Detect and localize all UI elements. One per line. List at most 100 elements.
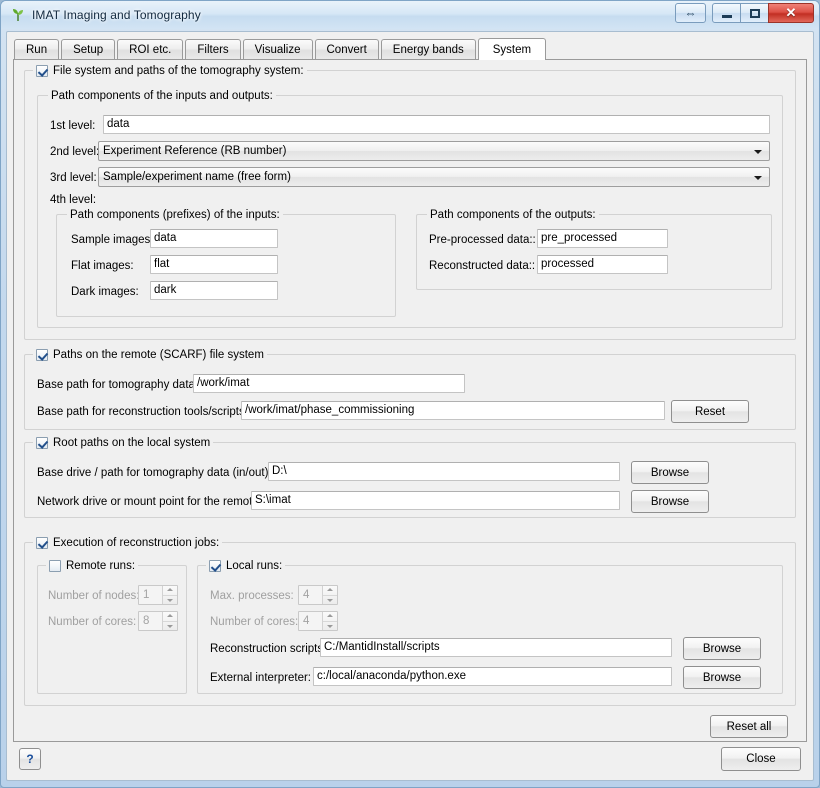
pre-processed-input[interactable]: pre_processed	[537, 229, 668, 248]
help-button[interactable]: ?	[19, 748, 41, 770]
minimize-button[interactable]	[712, 3, 741, 23]
close-window-button[interactable]: ✕	[768, 3, 814, 23]
window-title: IMAT Imaging and Tomography	[32, 8, 201, 22]
spinner-up-icon[interactable]	[323, 586, 337, 595]
path-components-group: Path components of the inputs and output…	[37, 88, 783, 328]
spinner-buttons[interactable]	[322, 586, 337, 604]
tab-label: ROI etc.	[129, 43, 172, 56]
resize-arrows-icon: ⇔	[684, 6, 697, 20]
tab-roi-etc[interactable]: ROI etc.	[117, 39, 184, 59]
remote-number-of-cores-label: Number of cores:	[48, 616, 137, 628]
dark-images-input[interactable]: dark	[150, 281, 278, 300]
level3-label: 3rd level:	[50, 172, 97, 184]
spinner-buttons[interactable]	[322, 612, 337, 630]
execution-jobs-checkbox[interactable]	[36, 536, 48, 549]
remote-runs-group-title: Remote runs:	[46, 558, 139, 573]
reconstruction-scripts-browse-button[interactable]: Browse	[683, 637, 761, 660]
tab-filters[interactable]: Filters	[185, 39, 241, 59]
window-controls: ⇔ ✕	[675, 3, 814, 23]
remote-paths-label: Paths on the remote (SCARF) file system	[53, 348, 264, 361]
reconstructed-input[interactable]: processed	[537, 255, 668, 274]
filesystem-paths-checkbox[interactable]	[36, 64, 48, 77]
remote-number-of-cores-spinner[interactable]: 8	[138, 611, 178, 631]
spinner-up-icon[interactable]	[323, 612, 337, 621]
number-of-nodes-value: 1	[143, 589, 150, 601]
execution-jobs-group-title: Execution of reconstruction jobs:	[33, 535, 223, 550]
maximize-button[interactable]	[740, 3, 769, 23]
tab-label: System	[492, 43, 532, 56]
tab-run[interactable]: Run	[14, 39, 60, 59]
spinner-buttons[interactable]	[162, 612, 177, 630]
local-runs-group-title: Local runs:	[206, 558, 286, 573]
dialog-client-area: Run Setup ROI etc. Filters Visualize Con…	[6, 31, 814, 781]
remote-tomography-path-label: Base path for tomography data:	[37, 379, 199, 391]
local-runs-checkbox[interactable]	[209, 559, 221, 572]
output-components-group: Path components of the outputs: Pre-proc…	[416, 207, 772, 290]
resize-button[interactable]: ⇔	[675, 3, 706, 23]
reset-all-button[interactable]: Reset all	[710, 715, 788, 738]
local-network-drive-input[interactable]: S:\imat	[251, 491, 620, 510]
remote-reset-button[interactable]: Reset	[671, 400, 749, 423]
spinner-up-icon[interactable]	[163, 586, 177, 595]
local-paths-label: Root paths on the local system	[53, 436, 211, 449]
output-components-group-title: Path components of the outputs:	[427, 207, 599, 222]
external-interpreter-browse-button[interactable]: Browse	[683, 666, 761, 689]
local-network-drive-label: Network drive or mount point for the rem…	[37, 496, 262, 508]
level1-input[interactable]: data	[103, 115, 770, 134]
close-icon: ✕	[785, 5, 797, 20]
remote-scripts-path-input[interactable]: /work/imat/phase_commissioning	[241, 401, 665, 420]
tab-convert[interactable]: Convert	[314, 39, 379, 59]
sample-images-input[interactable]: data	[150, 229, 278, 248]
remote-tomography-path-input[interactable]: /work/imat	[193, 374, 465, 393]
spinner-buttons[interactable]	[162, 586, 177, 604]
local-base-drive-browse-button[interactable]: Browse	[631, 461, 709, 484]
remote-paths-checkbox[interactable]	[36, 348, 48, 361]
local-paths-group: Root paths on the local system Base driv…	[24, 435, 796, 518]
remote-runs-group: Remote runs: Number of nodes: 1 Number o…	[37, 558, 187, 694]
remote-paths-group: Paths on the remote (SCARF) file system …	[24, 347, 796, 430]
spinner-down-icon[interactable]	[163, 594, 177, 605]
spinner-down-icon[interactable]	[163, 620, 177, 631]
max-processes-spinner[interactable]: 4	[298, 585, 338, 605]
pre-processed-label: Pre-processed data::	[429, 234, 536, 246]
chevron-down-icon	[754, 150, 762, 154]
external-interpreter-label: External interpreter:	[210, 672, 311, 684]
reconstruction-scripts-input[interactable]: C:/MantidInstall/scripts	[320, 638, 672, 657]
level2-combobox[interactable]: Experiment Reference (RB number)	[98, 141, 770, 161]
spinner-down-icon[interactable]	[323, 620, 337, 631]
level2-label: 2nd level:	[50, 146, 100, 158]
local-base-drive-input[interactable]: D:\	[268, 462, 620, 481]
level4-label: 4th level:	[50, 194, 97, 206]
reconstruction-scripts-label: Reconstruction scripts:	[210, 643, 327, 655]
remote-runs-checkbox[interactable]	[49, 559, 61, 572]
path-components-group-title: Path components of the inputs and output…	[48, 88, 276, 103]
local-paths-checkbox[interactable]	[36, 436, 48, 449]
level1-label: 1st level:	[50, 120, 96, 132]
execution-jobs-group: Execution of reconstruction jobs: Remote…	[24, 535, 796, 706]
tab-label: Energy bands	[392, 43, 464, 56]
remote-scripts-path-label: Base path for reconstruction tools/scrip…	[37, 406, 248, 418]
local-runs-label: Local runs:	[226, 559, 283, 572]
number-of-nodes-spinner[interactable]: 1	[138, 585, 178, 605]
local-network-drive-browse-button[interactable]: Browse	[631, 490, 709, 513]
level3-combobox[interactable]: Sample/experiment name (free form)	[98, 167, 770, 187]
external-interpreter-input[interactable]: c:/local/anaconda/python.exe	[313, 667, 672, 686]
tab-label: Filters	[197, 43, 229, 56]
tab-setup[interactable]: Setup	[61, 39, 116, 59]
minimize-icon	[721, 14, 732, 18]
tab-visualize[interactable]: Visualize	[242, 39, 313, 59]
local-number-of-cores-spinner[interactable]: 4	[298, 611, 338, 631]
tab-system[interactable]: System	[477, 38, 547, 60]
filesystem-paths-group: File system and paths of the tomography …	[24, 63, 796, 340]
spinner-up-icon[interactable]	[163, 612, 177, 621]
tab-energy-bands[interactable]: Energy bands	[380, 39, 476, 59]
tab-label: Convert	[326, 43, 367, 56]
spinner-down-icon[interactable]	[323, 594, 337, 605]
local-runs-group: Local runs: Max. processes: 4 Number of …	[197, 558, 783, 694]
flat-images-input[interactable]: flat	[150, 255, 278, 274]
input-prefixes-group-title: Path components (prefixes) of the inputs…	[67, 207, 283, 222]
remote-runs-label: Remote runs:	[66, 559, 136, 572]
execution-jobs-label: Execution of reconstruction jobs:	[53, 536, 220, 549]
close-dialog-button[interactable]: Close	[721, 747, 801, 771]
system-tab-panel: File system and paths of the tomography …	[13, 59, 807, 742]
